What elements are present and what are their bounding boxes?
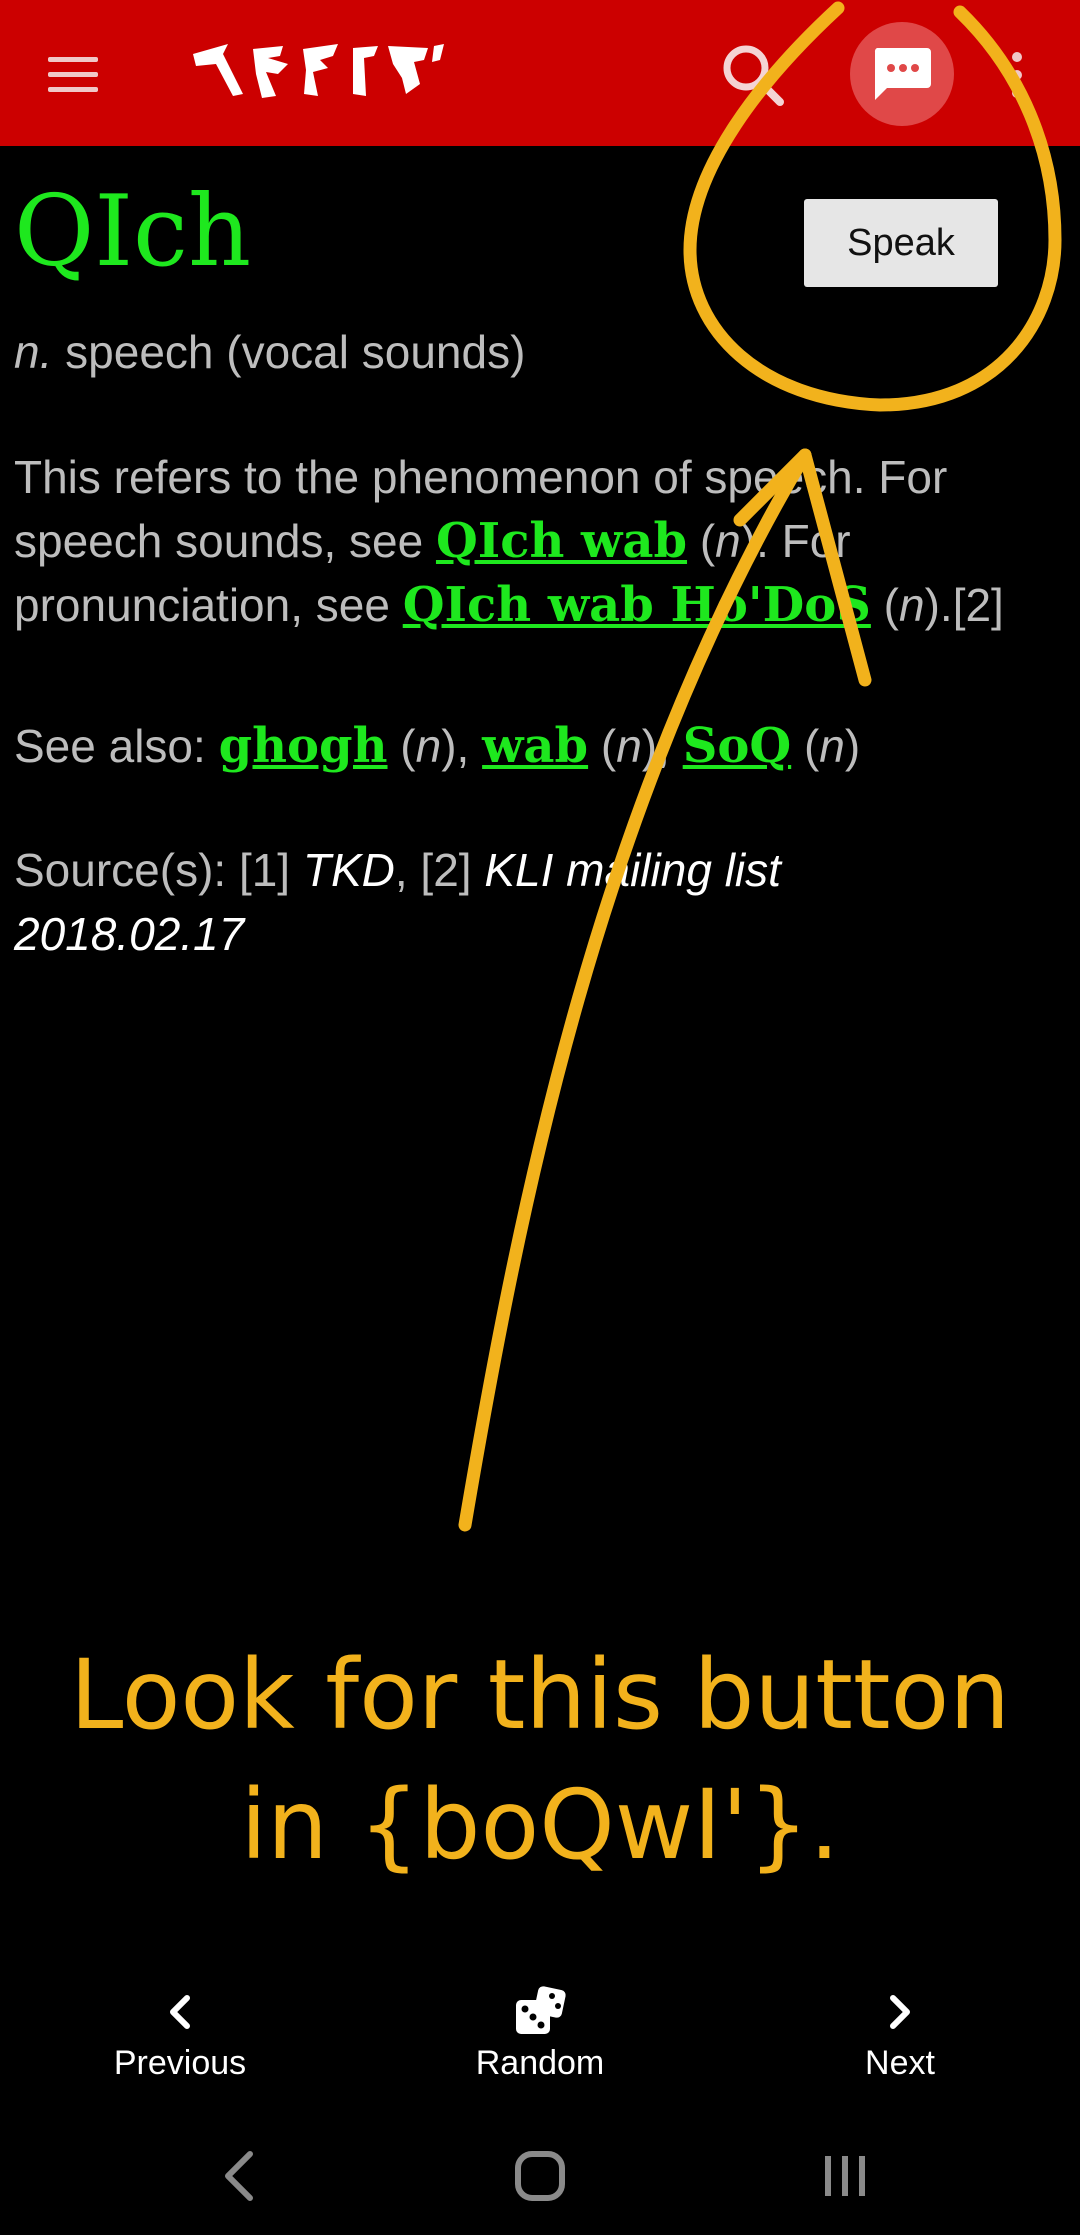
system-home-icon[interactable] xyxy=(515,2151,565,2201)
system-recents-icon[interactable] xyxy=(825,2156,865,2196)
annotation-drawing xyxy=(458,1,1062,1532)
system-nav-bar xyxy=(0,2120,1080,2230)
system-back-icon[interactable] xyxy=(225,2151,253,2201)
dice-icon xyxy=(516,1986,566,2034)
random-button[interactable]: Random xyxy=(430,1982,650,2083)
next-button[interactable]: Next xyxy=(790,1982,1010,2083)
previous-button[interactable]: Previous xyxy=(70,1982,290,2083)
chevron-right-icon xyxy=(890,1995,910,2029)
annotation-line1: Look for this button xyxy=(69,1639,1011,1751)
next-label: Next xyxy=(865,2044,935,2082)
previous-label: Previous xyxy=(113,2044,247,2082)
chevron-left-icon xyxy=(170,1995,190,2029)
random-label: Random xyxy=(475,2044,605,2082)
bottom-navigation: Previous Random Next xyxy=(0,1970,1080,2110)
annotation-line2: in {boQwI'}. xyxy=(240,1769,840,1881)
annotation-text: Look for this button in {boQwI'}. xyxy=(0,1630,1080,1890)
